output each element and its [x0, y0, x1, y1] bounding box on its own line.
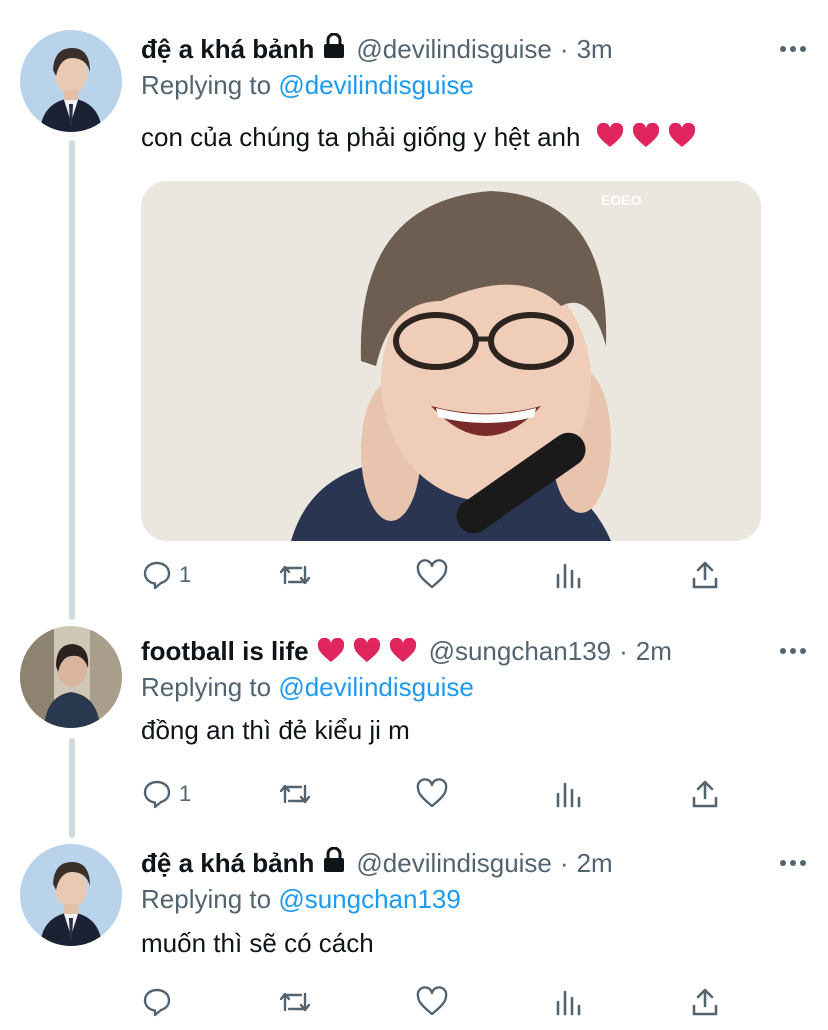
separator: ·: [559, 847, 569, 878]
mention-link[interactable]: @devilindisguise: [278, 672, 474, 702]
replying-to-label: Replying to: [141, 70, 272, 100]
more-options-icon[interactable]: [778, 638, 808, 664]
like-icon: [416, 986, 448, 1016]
heart-emoji-icon: [317, 638, 344, 662]
more-options-icon[interactable]: [778, 36, 808, 62]
tweet-text: muốn thì sẽ có cách: [141, 928, 374, 958]
retweet-icon: [279, 992, 311, 1012]
share-icon: [692, 780, 718, 808]
replying-to-label: Replying to: [141, 884, 272, 914]
like-button[interactable]: [415, 982, 455, 1022]
avatar[interactable]: [20, 30, 122, 132]
like-button[interactable]: [415, 555, 455, 595]
timestamp[interactable]: 2m: [577, 848, 613, 879]
lock-icon: [322, 32, 346, 66]
reply-count: 1: [179, 562, 192, 587]
analytics-button[interactable]: [553, 982, 585, 1022]
more-options-icon[interactable]: [778, 850, 808, 876]
analytics-button[interactable]: [553, 555, 585, 595]
analytics-icon: [556, 782, 581, 808]
analytics-icon: [556, 563, 581, 589]
share-icon: [692, 988, 718, 1016]
tweet-text: con của chúng ta phải giống y hệt anh: [141, 120, 808, 154]
reply-button[interactable]: 1: [141, 774, 191, 814]
reply-icon: [143, 780, 171, 809]
share-button[interactable]: [689, 555, 721, 595]
reply-button[interactable]: [141, 982, 179, 1022]
retweet-icon: [279, 784, 311, 804]
tweet-text-body: con của chúng ta phải giống y hệt anh: [141, 122, 581, 152]
heart-emoji-icon: [353, 638, 380, 662]
share-icon: [692, 561, 718, 589]
thread-line: [69, 140, 75, 620]
handle[interactable]: @devilindisguise: [356, 848, 552, 879]
replying-to: Replying to @devilindisguise: [141, 68, 808, 102]
separator: ·: [619, 635, 628, 666]
replying-to: Replying to @devilindisguise: [141, 670, 808, 704]
analytics-button[interactable]: [553, 774, 585, 814]
analytics-icon: [556, 990, 581, 1016]
reply-button[interactable]: 1: [141, 555, 191, 595]
heart-emoji-icon: [668, 123, 695, 147]
reply-icon: [143, 988, 171, 1017]
avatar[interactable]: [20, 626, 122, 728]
like-button[interactable]: [415, 774, 455, 814]
like-icon: [416, 778, 448, 808]
share-button[interactable]: [689, 774, 721, 814]
display-name[interactable]: đệ a khá bảnh: [141, 34, 314, 65]
retweet-button[interactable]: [277, 774, 319, 814]
tweet-text: đồng an thì đẻ kiểu ji m: [141, 715, 410, 745]
replying-to-label: Replying to: [141, 672, 272, 702]
like-icon: [416, 559, 448, 589]
handle[interactable]: @devilindisguise: [356, 34, 552, 65]
mention-link[interactable]: @devilindisguise: [278, 70, 474, 100]
heart-emoji-icon: [632, 123, 659, 147]
avatar[interactable]: [20, 844, 122, 946]
media-watermark: EOEO: [601, 192, 642, 208]
heart-emoji-icon: [596, 123, 623, 147]
retweet-icon: [279, 565, 311, 585]
display-name[interactable]: đệ a khá bảnh: [141, 848, 314, 879]
handle[interactable]: @sungchan139: [429, 636, 612, 667]
thread-line: [69, 738, 75, 838]
retweet-button[interactable]: [277, 982, 319, 1022]
share-button[interactable]: [689, 982, 721, 1022]
replying-to: Replying to @sungchan139: [141, 882, 808, 916]
timestamp[interactable]: 2m: [636, 636, 672, 667]
heart-emoji-icon: [389, 638, 416, 662]
separator: ·: [559, 33, 569, 64]
display-name[interactable]: football is life: [141, 636, 309, 667]
reply-icon: [143, 561, 171, 590]
mention-link[interactable]: @sungchan139: [278, 884, 461, 914]
timestamp[interactable]: 3m: [577, 34, 613, 65]
retweet-button[interactable]: [277, 555, 319, 595]
reply-count: 1: [179, 781, 192, 806]
tweet-media-image[interactable]: EOEO: [141, 181, 761, 541]
lock-icon: [322, 846, 346, 880]
